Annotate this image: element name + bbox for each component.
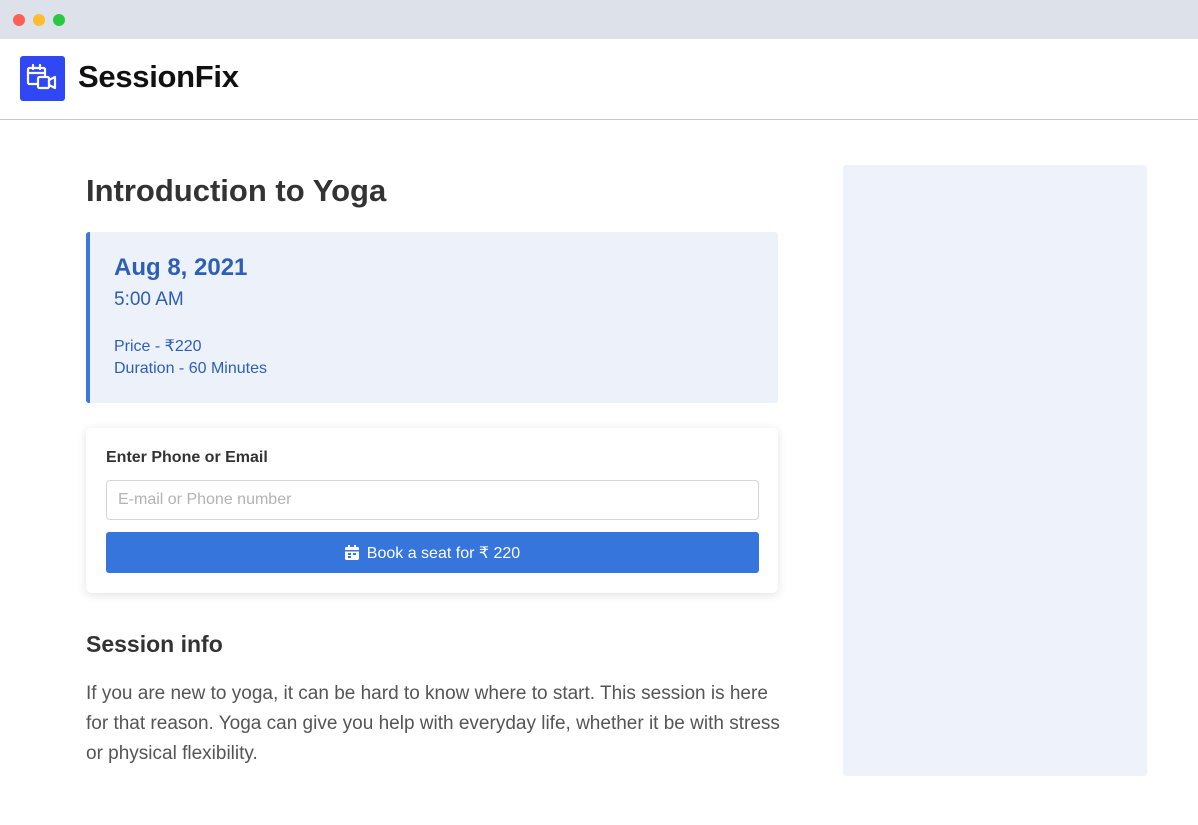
session-info-heading: Session info <box>86 631 223 657</box>
window-title-bar <box>0 0 1198 39</box>
calendar-icon <box>344 545 359 560</box>
session-duration: Duration - 60 Minutes <box>114 360 267 377</box>
minimize-window-button[interactable] <box>33 14 45 26</box>
contact-input[interactable] <box>106 480 759 520</box>
calendar-video-icon <box>26 63 57 90</box>
brand-name[interactable]: SessionFix <box>78 59 239 95</box>
side-panel <box>843 165 1147 776</box>
close-window-button[interactable] <box>13 14 25 26</box>
logo[interactable] <box>20 56 65 101</box>
session-price: Price - ₹220 <box>114 338 202 355</box>
maximize-window-button[interactable] <box>53 14 65 26</box>
session-info-description: If you are new to yoga, it can be hard t… <box>86 683 780 764</box>
booking-card: Enter Phone or Email Book a seat for ₹ 2… <box>86 428 778 593</box>
book-seat-button[interactable]: Book a seat for ₹ 220 <box>106 532 759 573</box>
book-seat-button-label: Book a seat for ₹ 220 <box>366 544 521 562</box>
contact-field-label: Enter Phone or Email <box>106 449 268 466</box>
session-date: Aug 8, 2021 <box>114 254 248 281</box>
session-details-card: Aug 8, 2021 5:00 AM Price - ₹220 Duratio… <box>86 232 778 403</box>
app-header: SessionFix <box>0 39 1198 120</box>
page-title: Introduction to Yoga <box>86 173 387 208</box>
session-time: 5:00 AM <box>114 289 184 310</box>
